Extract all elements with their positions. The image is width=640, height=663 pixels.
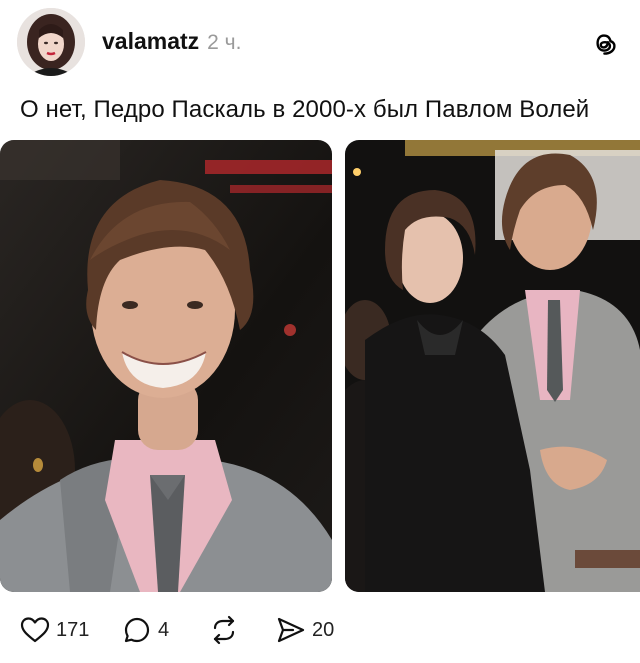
threads-logo-icon[interactable] xyxy=(590,28,620,58)
repost-icon xyxy=(213,615,235,645)
repost-button[interactable] xyxy=(208,612,240,648)
like-button[interactable]: 171 xyxy=(20,612,89,648)
post-photo-1[interactable] xyxy=(0,140,332,592)
post-author[interactable]: valamatz 2 ч. xyxy=(102,28,241,55)
like-count: 171 xyxy=(56,618,90,641)
photo-smiling-man xyxy=(0,140,332,592)
comment-button[interactable]: 4 xyxy=(122,612,169,648)
share-button[interactable]: 20 xyxy=(276,612,334,648)
post-photo-2[interactable] xyxy=(345,140,640,592)
post-header: valamatz 2 ч. xyxy=(0,0,640,90)
comment-bubble-icon xyxy=(124,617,150,643)
avatar-image xyxy=(17,8,85,76)
username[interactable]: valamatz xyxy=(102,28,199,55)
send-icon xyxy=(277,617,305,643)
avatar[interactable] xyxy=(17,8,85,76)
post-caption: О нет, Педро Паскаль в 2000-х был Павлом… xyxy=(20,96,590,123)
post-actions: 171 4 20 xyxy=(0,612,640,652)
photo-couple xyxy=(345,140,640,592)
share-count: 20 xyxy=(312,618,335,641)
comment-count: 4 xyxy=(158,618,170,641)
post-time: 2 ч. xyxy=(207,31,242,54)
heart-icon xyxy=(20,617,50,643)
